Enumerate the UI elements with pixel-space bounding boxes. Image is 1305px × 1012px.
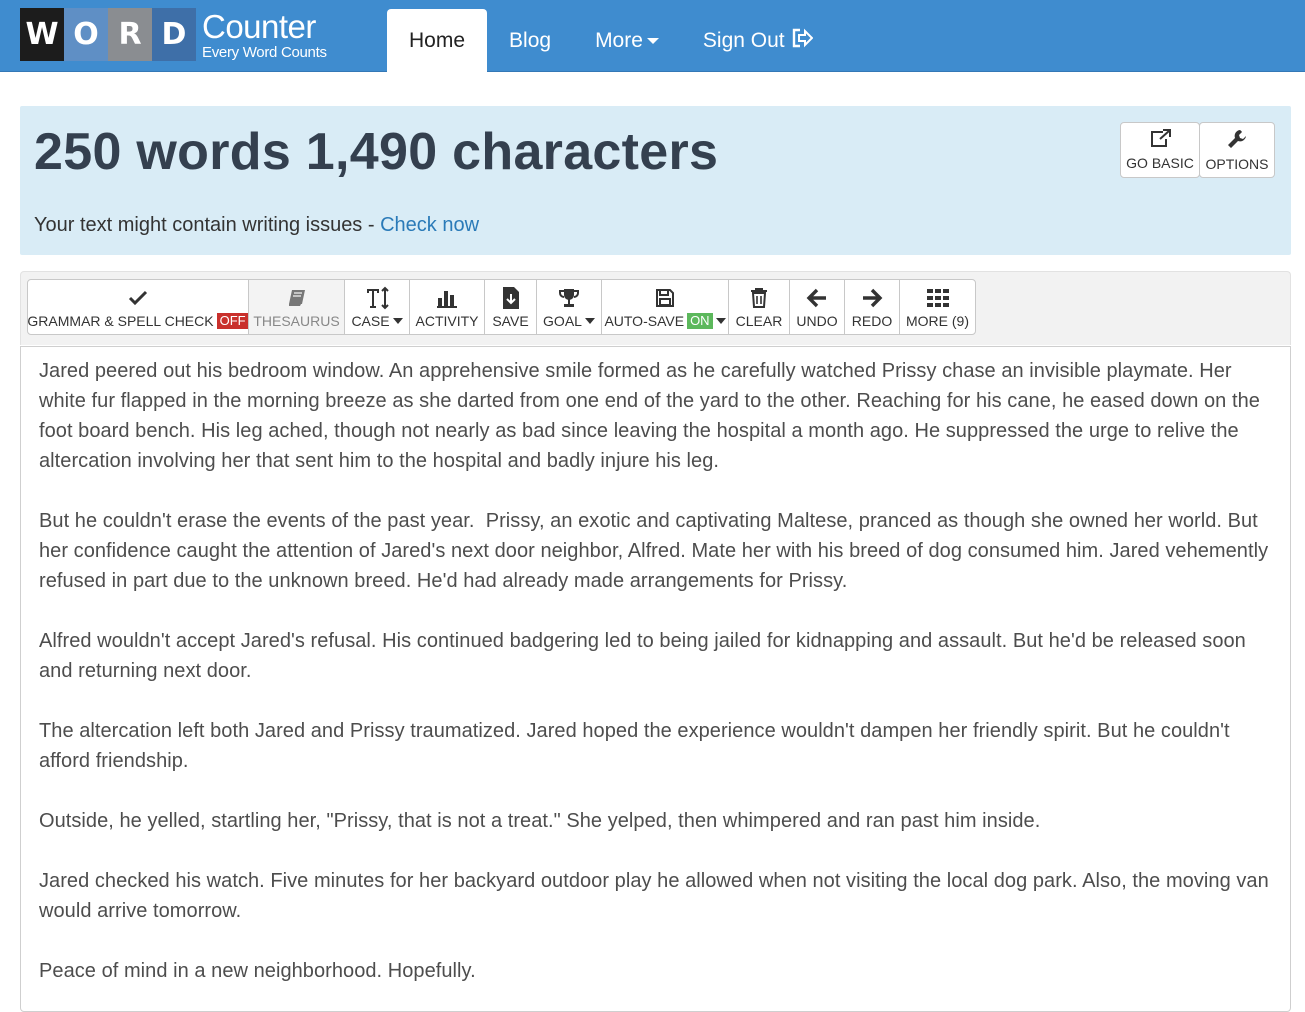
sign-out-icon [791,28,814,54]
goal-dropdown[interactable]: GOAL [536,279,602,335]
logo-title: Counter [202,7,316,45]
activity-label: ACTIVITY [415,313,479,329]
save-button[interactable]: SAVE [484,279,537,335]
activity-button[interactable]: ACTIVITY [409,279,485,335]
external-link-icon [1151,129,1171,147]
navbar: W O R D Counter Every Word Counts Home B… [0,0,1305,72]
editor-paragraph: Peace of mind in a new neighborhood. Hop… [39,960,476,982]
caret-down-icon [392,318,403,324]
nav-home[interactable]: Home [387,9,488,72]
logo-tile: O [64,8,108,61]
writing-issues-note: Your text might contain writing issues -… [34,214,479,237]
nav-more-dropdown[interactable]: More [573,9,681,72]
caret-down-icon [646,37,659,44]
logo-tile: D [152,8,196,61]
nav-signout[interactable]: Sign Out [681,9,835,72]
nav-more-label: More [595,28,643,52]
toolbar-container: GRAMMAR & SPELL CHECK OFF THESAURUS CASE … [20,271,1291,345]
options-button[interactable]: OPTIONS [1199,122,1275,178]
logo-tiles: W O R D [20,8,196,61]
caret-down-icon [715,318,726,324]
nav-home-label: Home [409,28,466,52]
case-label: CASE [351,313,390,329]
go-basic-label: GO BASIC [1126,155,1194,171]
stats-panel: 250 words 1,490 characters Your text mig… [20,106,1291,255]
editor-paragraph: Outside, he yelled, startling her, "Pris… [39,810,1041,832]
undo-label: UNDO [796,313,838,329]
floppy-disk-icon [655,285,675,311]
check-now-link[interactable]: Check now [380,214,479,236]
wrench-icon [1228,130,1246,148]
clear-label: CLEAR [735,313,783,329]
arrow-right-icon [861,285,883,311]
clear-button[interactable]: CLEAR [728,279,790,335]
logo-tile: W [20,8,64,61]
thesaurus-label: THESAURUS [253,313,340,329]
nav-blog[interactable]: Blog [487,9,573,72]
trash-icon [750,285,768,311]
caret-down-icon [584,318,595,324]
editor-paragraph: Alfred wouldn't accept Jared's refusal. … [39,630,1252,682]
autosave-dropdown[interactable]: AUTO-SAVE ON [601,279,729,335]
logo[interactable]: W O R D Counter Every Word Counts [20,8,327,61]
file-download-icon [501,285,521,311]
save-label: SAVE [492,313,529,329]
nav-signout-label: Sign Out [702,28,785,52]
grammar-check-button[interactable]: GRAMMAR & SPELL CHECK OFF [27,279,249,335]
thesaurus-button[interactable]: THESAURUS [248,279,345,335]
redo-label: REDO [851,313,893,329]
grammar-state-badge: OFF [216,313,249,329]
autosave-label: AUTO-SAVE [604,313,685,329]
autosave-state-badge: ON [687,313,713,329]
go-basic-button[interactable]: GO BASIC [1120,122,1200,178]
text-editor[interactable]: Jared peered out his bedroom window. An … [20,346,1291,1012]
more-tools-label: MORE (9) [906,313,969,329]
more-tools-button[interactable]: MORE (9) [899,279,976,335]
undo-button[interactable]: UNDO [789,279,845,335]
bar-chart-icon [436,285,458,311]
toolbar: GRAMMAR & SPELL CHECK OFF THESAURUS CASE … [27,279,976,335]
options-label: OPTIONS [1205,156,1269,172]
editor-paragraph: Jared checked his watch. Five minutes fo… [39,870,1275,922]
nav-blog-label: Blog [509,28,552,52]
case-dropdown[interactable]: CASE [344,279,410,335]
grid-icon [926,285,949,311]
editor-paragraph: But he couldn't erase the events of the … [39,510,1274,592]
top-buttons: GO BASIC OPTIONS [1120,122,1275,178]
main-nav: Home Blog More Sign Out [387,9,835,72]
arrow-left-icon [806,285,828,311]
book-icon [287,285,307,311]
trophy-icon [558,285,580,311]
check-icon [128,285,148,311]
word-character-count: 250 words 1,490 characters [34,123,719,181]
editor-paragraph: The altercation left both Jared and Pris… [39,720,1236,772]
redo-button[interactable]: REDO [844,279,900,335]
text-height-icon [364,285,390,311]
goal-label: GOAL [543,313,582,329]
logo-tagline: Every Word Counts [202,43,327,61]
logo-tile: R [108,8,152,61]
editor-paragraph: Jared peered out his bedroom window. An … [39,360,1266,472]
grammar-check-label: GRAMMAR & SPELL CHECK [27,313,214,329]
logo-text: Counter Every Word Counts [202,10,327,60]
writing-issues-text: Your text might contain writing issues - [34,214,381,236]
